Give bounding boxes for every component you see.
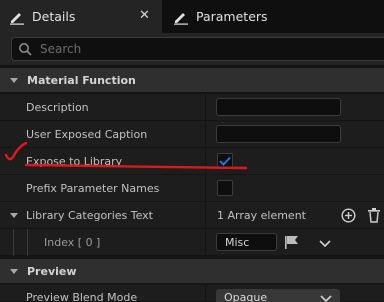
index-0-field[interactable]: Misc [216,233,277,251]
flag-icon[interactable] [284,235,300,253]
expose-to-library-checkbox[interactable] [217,153,233,169]
property-row-description: Description [0,94,384,121]
tab-bar: Details ✕ Parameters [0,0,384,33]
property-label: Index [ 0 ] [44,236,101,249]
checkmark-icon [219,156,231,166]
property-row-library-categories-text: Library Categories Text 1 Array element [0,202,384,229]
tab-details[interactable]: Details ✕ [0,0,162,33]
tree-guide-line [13,229,14,256]
column-divider[interactable] [205,148,206,175]
column-divider[interactable] [205,121,206,148]
chevron-down-icon[interactable] [9,75,19,85]
dropdown-value: Opaque [224,291,268,302]
category-preview[interactable]: Preview [0,259,384,283]
tab-label: Details [32,9,76,24]
search-input[interactable] [40,42,340,56]
property-label: Library Categories Text [26,209,153,222]
category-label: Preview [27,264,77,278]
column-divider[interactable] [205,175,206,202]
close-icon[interactable]: ✕ [139,8,150,23]
chevron-down-icon[interactable] [9,266,19,276]
preview-blend-mode-dropdown[interactable]: Opaque [216,289,340,302]
search-field[interactable] [11,37,384,61]
category-material-function[interactable]: Material Function [0,68,384,92]
search-icon [18,42,32,56]
property-label: Expose to Library [26,155,123,168]
column-divider[interactable] [205,202,206,229]
property-label: Description [26,101,89,114]
property-row-expose-to-library: Expose to Library [0,148,384,175]
property-label: Preview Blend Mode [26,291,138,302]
pencil-icon [8,8,26,26]
property-label: User Exposed Caption [26,128,148,141]
tab-label: Parameters [196,9,268,24]
array-element-count: 1 Array element [217,209,306,222]
index-0-value: Misc [225,236,250,249]
search-bar [0,33,384,65]
property-label: Prefix Parameter Names [26,182,160,195]
chevron-down-icon[interactable] [319,238,331,251]
column-divider[interactable] [205,94,206,121]
tab-parameters[interactable]: Parameters [164,0,384,33]
chevron-down-icon [320,293,332,302]
description-field[interactable] [216,98,341,116]
add-element-icon[interactable] [341,208,356,226]
chevron-down-icon[interactable] [9,211,19,224]
tree-guide-line [27,229,28,256]
property-row-index-0: Index [ 0 ] Misc [0,229,384,256]
property-row-preview-blend-mode: Preview Blend Mode Opaque [0,285,384,302]
property-row-user-exposed-caption: User Exposed Caption [0,121,384,148]
trash-icon[interactable] [367,207,381,226]
user-exposed-caption-field[interactable] [216,125,341,143]
property-row-prefix-parameter-names: Prefix Parameter Names [0,175,384,202]
category-label: Material Function [27,73,136,87]
column-divider[interactable] [205,285,206,302]
prefix-parameter-names-checkbox[interactable] [217,180,233,196]
pencil-icon [172,8,190,26]
column-divider[interactable] [205,229,206,256]
